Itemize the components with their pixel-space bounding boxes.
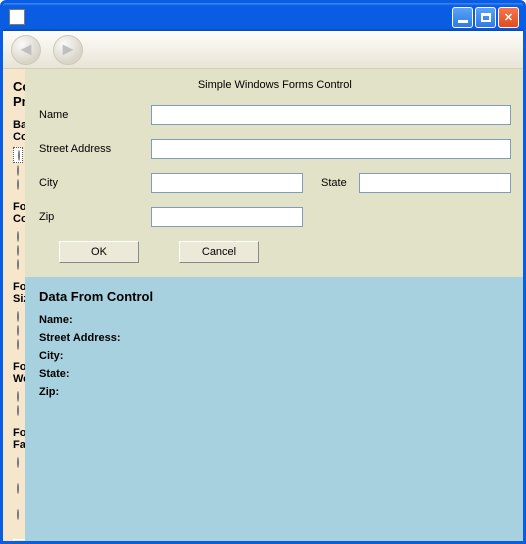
radio-icon [17, 179, 19, 190]
output-name: Name: [39, 314, 511, 326]
radio-icon [17, 509, 19, 520]
arrow-left-icon: ◄ [17, 39, 35, 60]
output-city: City: [39, 350, 511, 362]
back-button[interactable]: ◄ [11, 35, 41, 65]
bg-option-original[interactable]: Original [13, 147, 23, 163]
arrow-right-icon: ► [59, 39, 77, 60]
form-title: Simple Windows Forms Control [39, 79, 511, 91]
data-from-control-panel: Data From Control Name: Street Address: … [25, 277, 525, 541]
state-label: State [321, 177, 347, 189]
radio-icon [18, 150, 20, 161]
apply-button[interactable]: Apply [13, 539, 25, 541]
data-heading: Data From Control [39, 289, 511, 304]
titlebar: ✕ [3, 3, 523, 31]
fg-option-yellow[interactable]: Yellow [13, 257, 21, 271]
output-zip: Zip: [39, 386, 511, 398]
form-panel: Simple Windows Forms Control Name Street… [25, 69, 525, 277]
family-option-wingdings[interactable]: Wingdings [13, 507, 21, 521]
name-label: Name [39, 109, 151, 121]
maximize-button[interactable] [475, 7, 496, 28]
main-panel: Simple Windows Forms Control Name Street… [25, 69, 525, 541]
radio-icon [17, 391, 19, 402]
weight-option-original[interactable]: Original [13, 389, 21, 403]
size-option-original[interactable]: Original [13, 309, 21, 323]
fg-option-red[interactable]: Red [13, 243, 21, 257]
city-label: City [39, 177, 151, 189]
cancel-button[interactable]: Cancel [179, 241, 259, 263]
control-properties-sidebar: Control Properties Background Color Orig… [3, 69, 25, 541]
app-icon [9, 9, 25, 25]
street-label: Street Address [39, 143, 151, 155]
ok-button[interactable]: OK [59, 241, 139, 263]
street-field[interactable] [151, 139, 511, 159]
name-field[interactable] [151, 105, 511, 125]
radio-icon [17, 259, 19, 270]
state-field[interactable] [359, 173, 511, 193]
forward-button[interactable]: ► [53, 35, 83, 65]
minimize-button[interactable] [452, 7, 473, 28]
radio-icon [17, 165, 19, 176]
close-button[interactable]: ✕ [498, 7, 519, 28]
city-field[interactable] [151, 173, 303, 193]
radio-icon [17, 483, 19, 494]
radio-icon [17, 325, 19, 336]
radio-icon [17, 405, 19, 416]
size-option-12[interactable]: 12 [13, 337, 21, 351]
radio-icon [17, 231, 19, 242]
zip-label: Zip [39, 211, 151, 223]
output-street: Street Address: [39, 332, 511, 344]
radio-icon [17, 457, 19, 468]
window: ✕ ◄ ► Control Properties Background Colo… [0, 0, 526, 544]
family-option-times[interactable]: Times New Roman [13, 469, 21, 507]
radio-icon [17, 245, 19, 256]
radio-icon [17, 311, 19, 322]
bg-option-lightsalmon[interactable]: LightSalmon [13, 177, 21, 191]
size-option-10[interactable]: 10 [13, 323, 21, 337]
fg-option-original[interactable]: Original [13, 229, 21, 243]
output-state: State: [39, 368, 511, 380]
weight-option-bold[interactable]: Bold [13, 403, 21, 417]
family-option-original[interactable]: Original [13, 455, 21, 469]
toolbar: ◄ ► [3, 31, 523, 69]
zip-field[interactable] [151, 207, 303, 227]
bg-option-lightgreen[interactable]: LightGreen [13, 163, 21, 177]
radio-icon [17, 339, 19, 350]
